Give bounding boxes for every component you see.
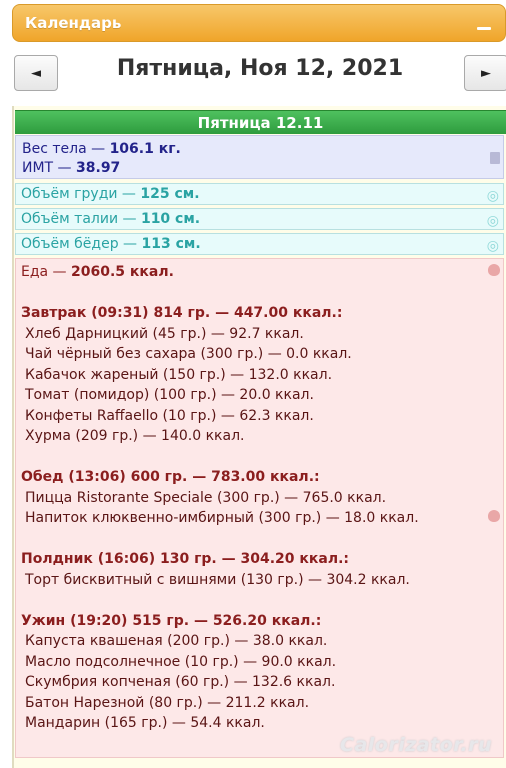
body-stats-block[interactable]: Вес тела — 106.1 кг. ИМТ — 38.97 [15, 135, 504, 179]
tape-icon: ◎ [486, 213, 499, 229]
tape-icon: ◎ [486, 238, 499, 254]
food-total: Еда — 2060.5 ккал. [21, 262, 498, 283]
weight-label: Вес тела — [22, 141, 110, 157]
calendar-panel-header[interactable]: Календарь [12, 4, 506, 42]
weight-value: 106.1 кг. [109, 141, 181, 157]
food-item: Батон Нарезной (80 гр.) — 211.2 ккал. [25, 694, 310, 711]
food-item: Мандарин (165 гр.) — 54.4 ккал. [25, 715, 265, 731]
watermark: Calorizator.ru [340, 734, 493, 756]
apple-icon [488, 510, 500, 522]
food-item: Конфеты Raffaello (10 гр.) — 62.3 ккал. [25, 407, 314, 424]
food-total-label: Еда — [21, 264, 72, 280]
food-item: Масло подсолнечное (10 гр.) — 90.0 ккал. [25, 653, 337, 670]
food-item: Хурма (209 гр.) — 140.0 ккал. [25, 428, 245, 444]
page-title: Пятница, Ноя 12, 2021 [116, 56, 404, 81]
collapse-icon[interactable] [477, 27, 491, 30]
scale-icon [490, 152, 500, 164]
meal-header-lunch: Обед (13:06) 600 гр. — 783.00 ккал.: [21, 469, 320, 485]
day-header: Пятница 12.11 [15, 110, 506, 134]
measurement-value: 125 см. [140, 186, 200, 202]
measurement-label: Объём бёдер — [21, 236, 142, 252]
food-item: Пицца Ristorante Speciale (300 гр.) — 76… [25, 489, 387, 506]
next-day-button[interactable]: ► [464, 55, 506, 91]
food-item: Хлеб Дарницкий (45 гр.) — 92.7 ккал. [25, 325, 304, 342]
food-block[interactable]: Еда — 2060.5 ккал. Завтрак (09:31) 814 г… [15, 258, 504, 758]
meal-header-dinner: Ужин (19:20) 515 гр. — 526.20 ккал.: [21, 612, 322, 629]
food-item: Чай чёрный без сахара (300 гр.) — 0.0 кк… [25, 346, 352, 362]
measurement-label: Объём талии — [21, 211, 141, 227]
measurement-chest[interactable]: Объём груди — 125 см. ◎ [15, 183, 504, 205]
prev-day-button[interactable]: ◄ [14, 55, 58, 91]
measurement-value: 110 см. [140, 211, 201, 227]
measurement-hips[interactable]: Объём бёдер — 113 см. ◎ [15, 233, 504, 255]
meal-header-breakfast: Завтрак (09:31) 814 гр. — 447.00 ккал.: [21, 305, 343, 321]
meal-header-snack: Полдник (16:06) 130 гр. — 304.20 ккал.: [21, 551, 350, 567]
bmi-row: ИМТ — 38.97 [22, 159, 497, 178]
bmi-label: ИМТ — [22, 160, 77, 176]
food-total-value: 2060.5 ккал. [71, 264, 174, 280]
measurement-value: 113 см. [141, 236, 201, 252]
food-item: Капуста квашеная (200 гр.) — 38.0 ккал. [25, 633, 328, 649]
apple-icon [488, 264, 500, 276]
weight-row: Вес тела — 106.1 кг. [22, 140, 497, 159]
food-item: Торт бисквитный с вишнями (130 гр.) — 30… [25, 571, 410, 588]
food-item: Скумбрия копченая (60 гр.) — 132.6 ккал. [25, 674, 336, 690]
bmi-value: 38.97 [76, 160, 121, 176]
measurement-waist[interactable]: Объём талии — 110 см. ◎ [15, 208, 504, 230]
food-item: Кабачок жареный (150 гр.) — 132.0 ккал. [25, 366, 333, 383]
tape-icon: ◎ [486, 188, 499, 204]
food-item: Томат (помидор) (100 гр.) — 20.0 ккал. [25, 387, 314, 403]
food-item: Напиток клюквенно-имбирный (300 гр.) — 1… [25, 510, 419, 526]
panel-title: Календарь [25, 14, 122, 32]
measurement-label: Объём груди — [21, 186, 141, 202]
